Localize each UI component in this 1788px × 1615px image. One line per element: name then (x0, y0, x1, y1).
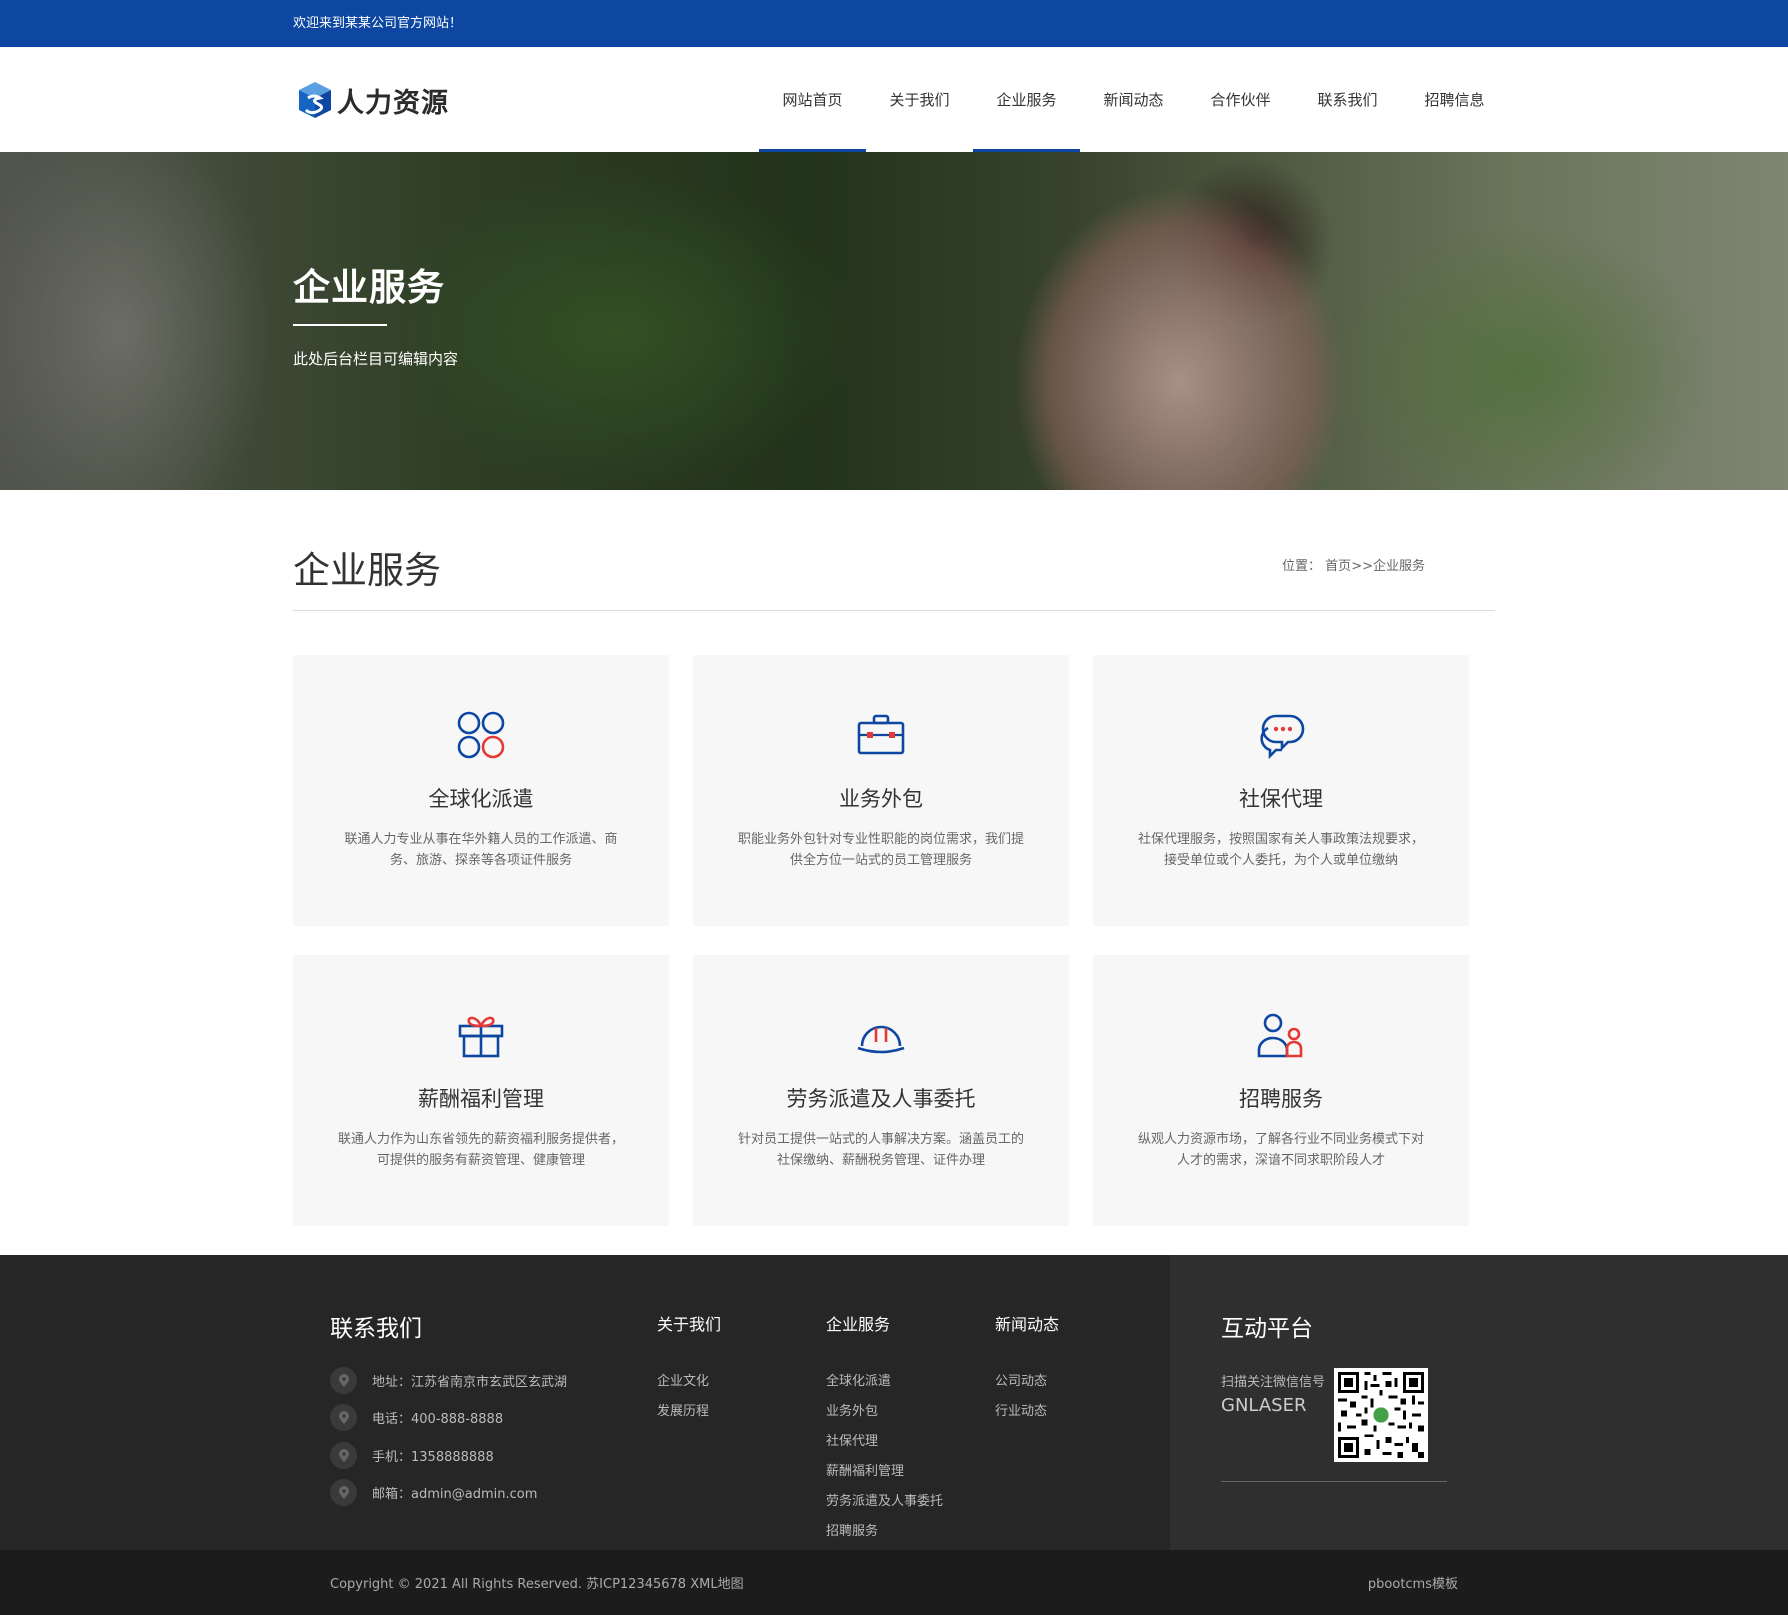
service-title: 社保代理 (1239, 787, 1323, 811)
banner-subtitle: 此处后台栏目可编辑内容 (293, 350, 459, 368)
service-desc: 联通人力作为山东省领先的薪资福利服务提供者，可提供的服务有薪资管理、健康管理 (337, 1132, 624, 1168)
footer-col-about-title: 关于我们 (657, 1315, 722, 1334)
nav-contact[interactable]: 联系我们 (1294, 47, 1401, 152)
clover-icon (457, 711, 505, 759)
breadcrumb-separator: >> (1351, 559, 1373, 574)
chat-bubbles-icon (1260, 714, 1305, 760)
bottom-bar: Copyright © 2021 All Rights Reserved. 苏I… (0, 1550, 1788, 1615)
footer-link[interactable]: 社保代理 (826, 1430, 878, 1449)
service-card[interactable]: 招聘服务 纵观人力资源市场，了解各行业不同业务模式下对人才的需求，深谙不同求职阶… (1093, 955, 1469, 1226)
template-credit[interactable]: pbootcms模板 (1368, 1573, 1458, 1592)
footer-phone: 电话：400-888-8888 (330, 1404, 503, 1431)
service-card[interactable]: 业务外包 职能业务外包针对专业性职能的岗位需求，我们提供全方位一站式的员工管理服… (693, 655, 1069, 926)
footer-contact-title: 联系我们 (330, 1316, 422, 1342)
briefcase-icon (857, 714, 905, 755)
wechat-id: GNLASER (1221, 1395, 1307, 1416)
nav-services[interactable]: 企业服务 (973, 47, 1080, 152)
hero-banner: 企业服务 此处后台栏目可编辑内容 (0, 152, 1788, 490)
service-desc: 针对员工提供一站式的人事解决方案。涵盖员工的社保缴纳、薪酬税务管理、证件办理 (737, 1132, 1024, 1168)
footer-link[interactable]: 公司动态 (995, 1370, 1047, 1389)
banner-title: 企业服务 (293, 266, 445, 309)
nav-partners[interactable]: 合作伙伴 (1187, 47, 1294, 152)
footer-link[interactable]: 行业动态 (995, 1400, 1047, 1419)
main-nav: 网站首页 关于我们 企业服务 新闻动态 合作伙伴 联系我们 招聘信息 (759, 47, 1508, 152)
footer-email: 邮箱：admin@admin.com (330, 1479, 537, 1506)
site-header: 人力资源 网站首页 关于我们 企业服务 新闻动态 合作伙伴 联系我们 招聘信息 (0, 47, 1788, 152)
service-title: 劳务派遣及人事委托 (786, 1087, 976, 1111)
section-title: 企业服务 (293, 549, 441, 592)
interactive-divider (1221, 1481, 1447, 1482)
location-pin-icon (330, 1404, 357, 1431)
footer-address: 地址：江苏省南京市玄武区玄武湖 (330, 1367, 567, 1394)
footer-link[interactable]: 招聘服务 (826, 1520, 878, 1539)
footer-link[interactable]: 劳务派遣及人事委托 (826, 1490, 943, 1509)
location-pin-icon (330, 1442, 357, 1469)
service-title: 薪酬福利管理 (418, 1087, 544, 1111)
footer-link[interactable]: 薪酬福利管理 (826, 1460, 904, 1479)
service-desc: 联通人力专业从事在华外籍人员的工作派遣、商务、旅游、探亲等各项证件服务 (344, 832, 618, 868)
service-title: 业务外包 (839, 787, 923, 811)
breadcrumb-current[interactable]: 企业服务 (1373, 559, 1425, 574)
section-divider (293, 610, 1495, 611)
service-desc: 职能业务外包针对专业性职能的岗位需求，我们提供全方位一站式的员工管理服务 (737, 832, 1024, 868)
top-bar: 欢迎来到某某公司官方网站！ (0, 0, 1788, 47)
copyright: Copyright © 2021 All Rights Reserved. 苏I… (330, 1573, 744, 1592)
service-desc: 社保代理服务，按照国家有关人事政策法规要求，接受单位或个人委托，为个人或单位缴纳 (1137, 832, 1424, 868)
site-footer: 联系我们 地址：江苏省南京市玄武区玄武湖 电话：400-888-8888 手机：… (0, 1255, 1788, 1550)
footer-interactive-title: 互动平台 (1221, 1316, 1313, 1342)
location-pin-icon (330, 1367, 357, 1394)
section-header: 企业服务 位置： 首页>>企业服务 (0, 490, 1788, 611)
footer-email-text: 邮箱：admin@admin.com (372, 1487, 538, 1502)
site-logo[interactable]: 人力资源 (297, 79, 449, 121)
footer-link[interactable]: 业务外包 (826, 1400, 878, 1419)
service-card[interactable]: 社保代理 社保代理服务，按照国家有关人事政策法规要求，接受单位或个人委托，为个人… (1093, 655, 1469, 926)
banner-shade (0, 152, 1788, 490)
service-card[interactable]: 劳务派遣及人事委托 针对员工提供一站式的人事解决方案。涵盖员工的社保缴纳、薪酬税… (693, 955, 1069, 1226)
logo-cube-icon (299, 82, 331, 118)
service-card[interactable]: 全球化派遣 联通人力专业从事在华外籍人员的工作派遣、商务、旅游、探亲等各项证件服… (293, 655, 669, 926)
nav-about[interactable]: 关于我们 (866, 47, 973, 152)
breadcrumb-home[interactable]: 首页 (1325, 559, 1351, 574)
nav-news[interactable]: 新闻动态 (1080, 47, 1187, 152)
logo-text: 人力资源 (337, 87, 449, 119)
service-card[interactable]: 薪酬福利管理 联通人力作为山东省领先的薪资福利服务提供者，可提供的服务有薪资管理… (293, 955, 669, 1226)
footer-mobile-text: 手机：1358888888 (372, 1450, 494, 1465)
service-title: 全球化派遣 (428, 787, 534, 811)
footer-link[interactable]: 全球化派遣 (826, 1370, 891, 1389)
footer-link[interactable]: 企业文化 (657, 1370, 709, 1389)
sitemap-link[interactable]: XML地图 (690, 1577, 743, 1592)
welcome-text: 欢迎来到某某公司官方网站！ (293, 16, 463, 31)
copyright-text: Copyright © 2021 All Rights Reserved. 苏I… (330, 1577, 687, 1592)
hard-hat-icon (857, 1025, 905, 1054)
breadcrumb-label: 位置： (1282, 559, 1322, 574)
breadcrumb: 位置： 首页>>企业服务 (1282, 555, 1425, 574)
footer-link[interactable]: 发展历程 (657, 1400, 709, 1419)
footer-phone-text: 电话：400-888-8888 (372, 1412, 504, 1427)
wechat-qr-code-icon (1334, 1368, 1428, 1462)
footer-mobile: 手机：1358888888 (330, 1442, 494, 1469)
service-desc: 纵观人力资源市场，了解各行业不同业务模式下对人才的需求，深谙不同求职阶段人才 (1137, 1132, 1424, 1168)
location-pin-icon (330, 1479, 357, 1506)
footer-col-news-title: 新闻动态 (995, 1315, 1060, 1334)
nav-home[interactable]: 网站首页 (759, 47, 866, 152)
gift-icon (458, 1016, 504, 1058)
banner-divider (293, 324, 387, 326)
people-icon (1257, 1013, 1303, 1058)
service-title: 招聘服务 (1239, 1087, 1323, 1111)
footer-address-text: 地址：江苏省南京市玄武区玄武湖 (372, 1375, 568, 1390)
nav-jobs[interactable]: 招聘信息 (1401, 47, 1508, 152)
footer-col-services-title: 企业服务 (826, 1315, 891, 1334)
wechat-label: 扫描关注微信信号 (1221, 1375, 1326, 1390)
